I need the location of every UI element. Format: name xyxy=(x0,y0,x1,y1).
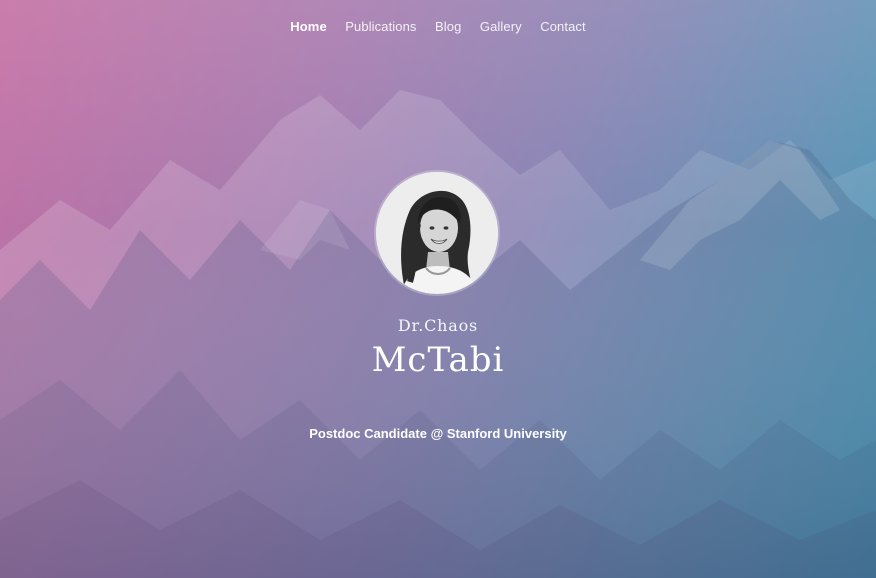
profile-title-last: McTabi xyxy=(371,340,505,380)
nav-blog-link[interactable]: Blog xyxy=(435,19,461,34)
top-nav: Home Publications Blog Gallery Contact xyxy=(0,18,876,36)
profile-title-first: Dr.Chaos xyxy=(397,316,479,335)
nav-gallery-link[interactable]: Gallery xyxy=(480,19,522,34)
nav-home-link[interactable]: Home xyxy=(290,19,327,34)
profile-photo-icon xyxy=(376,172,498,294)
profile-tagline: Postdoc Candidate @ Stanford University xyxy=(309,426,567,441)
avatar xyxy=(376,172,498,294)
hero-section: Home Publications Blog Gallery Contact D… xyxy=(0,0,876,578)
nav-publications-link[interactable]: Publications xyxy=(345,19,416,34)
nav-contact-link[interactable]: Contact xyxy=(540,19,586,34)
